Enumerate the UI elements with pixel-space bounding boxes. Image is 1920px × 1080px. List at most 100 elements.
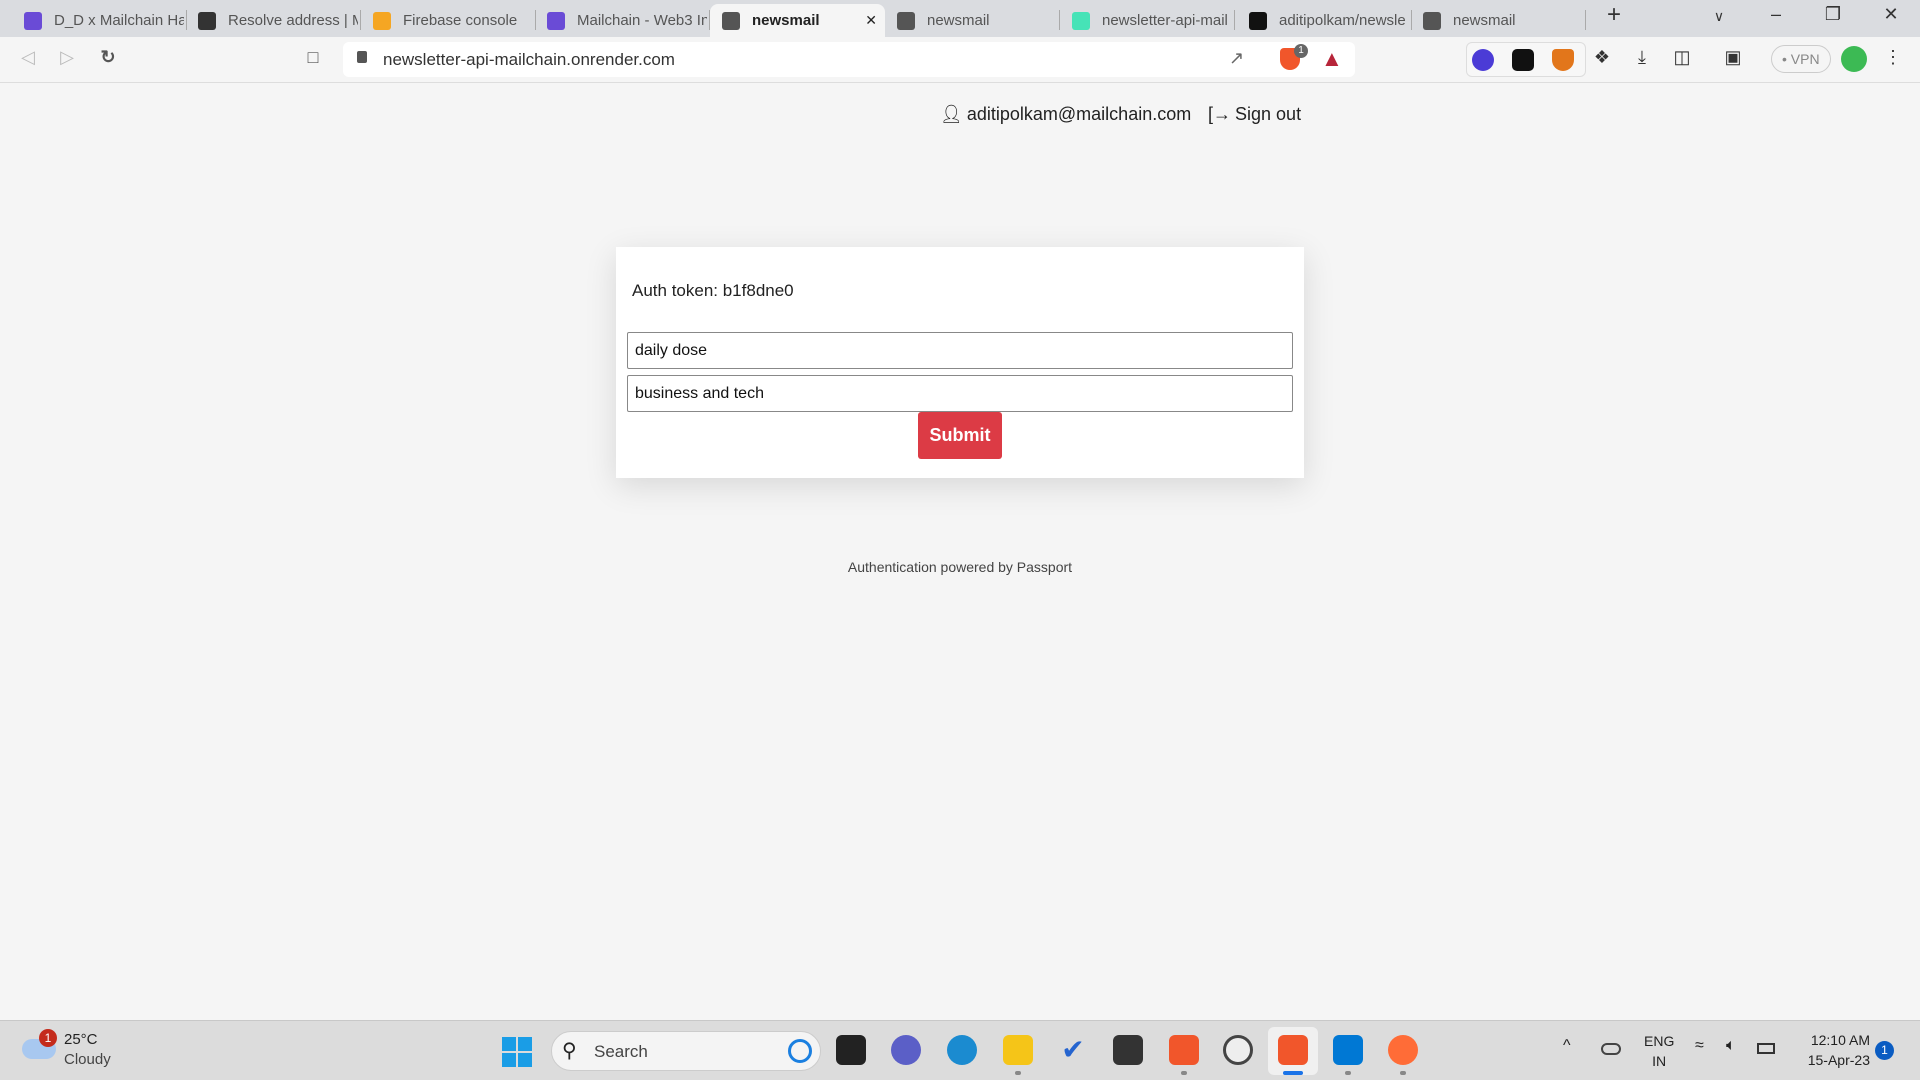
- tab-separator: [1234, 10, 1235, 30]
- brave-rewards-icon[interactable]: ▲: [1321, 46, 1343, 72]
- clock-icon[interactable]: [1223, 1035, 1253, 1065]
- time: 12:10 AM: [1810, 1032, 1870, 1048]
- teams-icon[interactable]: [891, 1035, 921, 1065]
- extensions-puzzle-icon[interactable]: ❖: [1588, 47, 1616, 68]
- submit-button[interactable]: Submit: [918, 412, 1002, 459]
- tab-3[interactable]: Mailchain - Web3 In: [535, 4, 710, 37]
- tab-title: D_D x Mailchain Ha: [54, 12, 184, 29]
- notification-badge[interactable]: 1: [1875, 1041, 1894, 1060]
- extension-icon[interactable]: [1472, 49, 1494, 71]
- extension-icon[interactable]: [1512, 49, 1534, 71]
- onedrive-icon[interactable]: [1601, 1043, 1621, 1055]
- sign-out-link[interactable]: [→ Sign out: [1208, 104, 1301, 125]
- show-hidden-icons[interactable]: ^: [1563, 1037, 1571, 1055]
- vscode-icon[interactable]: [1333, 1035, 1363, 1065]
- back-button[interactable]: ◁: [14, 47, 42, 68]
- vpn-button[interactable]: • VPN: [1771, 45, 1831, 73]
- new-tab-button[interactable]: +: [1599, 1, 1629, 29]
- user-email: aditipolkam@mailchain.com: [966, 104, 1192, 124]
- clock[interactable]: 12:10 AM 15-Apr-23: [1790, 1032, 1870, 1068]
- newsletter-category-input[interactable]: [627, 375, 1293, 412]
- tab-1[interactable]: Resolve address | M: [186, 4, 361, 37]
- github-icon: [1249, 11, 1267, 30]
- menu-icon[interactable]: ⋮: [1879, 47, 1907, 68]
- terminal-icon[interactable]: [1113, 1035, 1143, 1065]
- tab-8[interactable]: newsmail: [1411, 4, 1586, 37]
- tab-title: Firebase console: [403, 12, 518, 29]
- extensions-group: [1466, 42, 1586, 77]
- battery-icon[interactable]: [1757, 1043, 1775, 1054]
- vpn-label: VPN: [1790, 51, 1820, 67]
- taskbar: 1 25°C Cloudy ⚲ Search ✔ ^ ENG IN ≈ 🔈︎ 12…: [0, 1020, 1920, 1080]
- mailchain-icon: [24, 11, 42, 30]
- task-view-icon[interactable]: [836, 1035, 866, 1065]
- resolve-icon: [198, 11, 216, 30]
- sign-out-icon: [→: [1208, 104, 1232, 124]
- region-code: IN: [1652, 1053, 1667, 1069]
- user-icon: 👤︎: [940, 104, 963, 124]
- wallet-icon[interactable]: ▣: [1719, 47, 1747, 68]
- maximize-button[interactable]: ❐: [1818, 4, 1848, 25]
- minimize-button[interactable]: –: [1761, 4, 1791, 25]
- footer-text: Authentication powered by Passport: [847, 559, 1073, 575]
- tab-title: Resolve address | M: [228, 12, 358, 29]
- auth-token-text: Auth token: b1f8dne0: [632, 281, 794, 300]
- lock-icon: [357, 51, 367, 63]
- address-bar[interactable]: newsletter-api-mailchain.onrender.com ↗ …: [343, 42, 1355, 77]
- bing-icon[interactable]: [788, 1039, 812, 1063]
- tab-title: newsmail: [752, 12, 820, 29]
- edge-icon[interactable]: [947, 1035, 977, 1065]
- tab-6[interactable]: newsletter-api-mail: [1060, 4, 1235, 37]
- browser-toolbar: ◁ ▷ ↻ □ newsletter-api-mailchain.onrende…: [0, 37, 1920, 83]
- windows-start-icon[interactable]: [502, 1037, 532, 1067]
- tab-bar: D_D x Mailchain Ha Resolve address | M Fir…: [0, 0, 1920, 37]
- tab-title: newsmail: [927, 12, 990, 29]
- tab-2[interactable]: Firebase console: [361, 4, 536, 37]
- tab-title: newsmail: [1453, 12, 1516, 29]
- weather-badge: 1: [39, 1029, 57, 1047]
- reload-button[interactable]: ↻: [94, 47, 122, 68]
- volume-icon[interactable]: 🔈︎: [1726, 1037, 1736, 1055]
- language-indicator[interactable]: ENG IN: [1644, 1033, 1674, 1069]
- download-icon[interactable]: ⤓: [1628, 47, 1656, 68]
- tab-7[interactable]: aditipolkam/newsle: [1237, 4, 1412, 37]
- tab-5[interactable]: newsmail: [885, 4, 1060, 37]
- profile-avatar[interactable]: [1841, 46, 1867, 72]
- active-indicator: [1283, 1071, 1303, 1075]
- brave-icon[interactable]: [1278, 1035, 1308, 1065]
- render-icon: [1072, 11, 1090, 30]
- weather-temp[interactable]: 25°C: [64, 1031, 98, 1048]
- user-account: 👤︎ aditipolkam@mailchain.com: [940, 104, 1191, 125]
- wifi-icon[interactable]: ≈: [1695, 1037, 1704, 1055]
- sign-out-label: Sign out: [1235, 104, 1302, 124]
- tab-title: Mailchain - Web3 In: [577, 12, 707, 29]
- url-text: newsletter-api-mailchain.onrender.com: [383, 50, 675, 69]
- share-icon[interactable]: ↗: [1229, 48, 1244, 69]
- taskbar-search[interactable]: ⚲ Search: [551, 1031, 821, 1071]
- tab-0[interactable]: D_D x Mailchain Ha: [12, 4, 187, 37]
- bookmark-icon[interactable]: □: [299, 47, 327, 68]
- date: 15-Apr-23: [1807, 1052, 1870, 1068]
- globe-icon: [1423, 11, 1441, 30]
- mailchain-icon: [547, 11, 565, 30]
- weather-desc[interactable]: Cloudy: [64, 1051, 111, 1068]
- tab-title: newsletter-api-mail: [1102, 12, 1228, 29]
- tab-title: aditipolkam/newsle: [1279, 12, 1406, 29]
- search-placeholder: Search: [594, 1042, 648, 1061]
- globe-icon: [722, 11, 740, 30]
- close-window-button[interactable]: ✕: [1876, 4, 1906, 25]
- file-explorer-icon[interactable]: [1003, 1035, 1033, 1065]
- tab-search-chevron-icon[interactable]: ∨: [1704, 8, 1734, 25]
- todo-icon[interactable]: ✔: [1058, 1035, 1088, 1065]
- sidebar-icon[interactable]: ◫: [1668, 47, 1696, 68]
- forward-button[interactable]: ▷: [53, 47, 81, 68]
- newsletter-name-input[interactable]: [627, 332, 1293, 369]
- lang-code: ENG: [1644, 1033, 1675, 1049]
- metamask-icon[interactable]: [1552, 49, 1574, 71]
- firebase-icon: [373, 11, 391, 30]
- brave-beta-icon[interactable]: [1169, 1035, 1199, 1065]
- postman-icon[interactable]: [1388, 1035, 1418, 1065]
- tab-separator: [1585, 10, 1586, 30]
- tab-4[interactable]: newsmail ✕: [710, 4, 885, 37]
- close-tab-icon[interactable]: ✕: [865, 12, 877, 29]
